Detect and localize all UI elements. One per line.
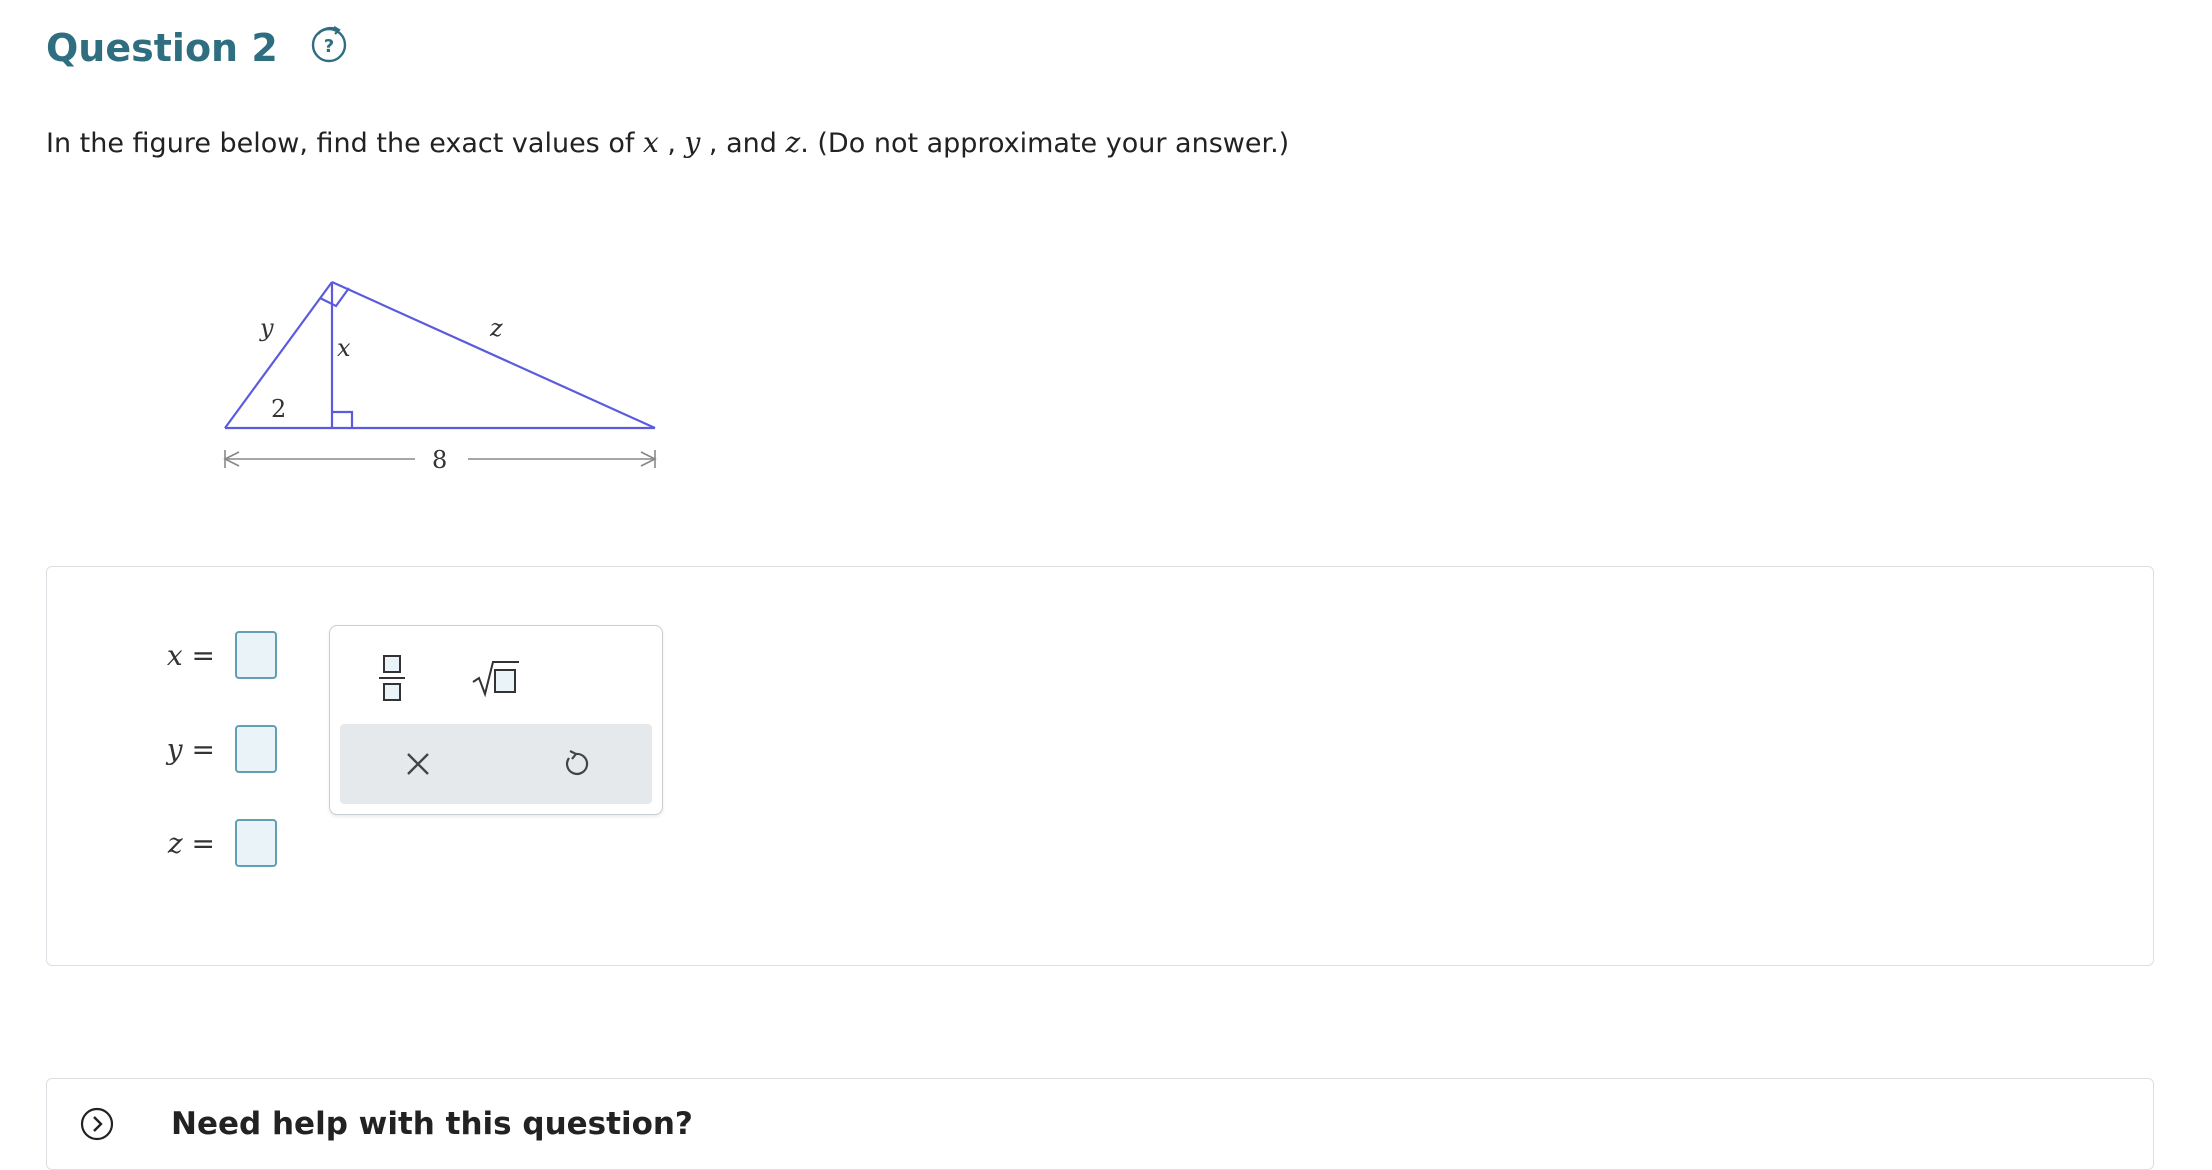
fraction-template-icon bbox=[379, 655, 405, 701]
answer-row-z: z = bbox=[163, 819, 277, 867]
answer-label-z: z = bbox=[167, 826, 215, 860]
clear-button[interactable] bbox=[390, 738, 446, 790]
triangle-figure: y x z 2 8 bbox=[223, 280, 657, 474]
var-x: x bbox=[642, 126, 659, 159]
undo-button[interactable] bbox=[548, 738, 604, 790]
chevron-right-circle-icon[interactable] bbox=[79, 1106, 115, 1142]
undo-icon bbox=[566, 750, 589, 775]
answer-label-x: x = bbox=[166, 638, 215, 672]
help-panel[interactable]: Need help with this question? bbox=[46, 1078, 2154, 1170]
var-y: y bbox=[684, 126, 701, 159]
svg-text:?: ? bbox=[324, 36, 334, 57]
square-root-template-icon bbox=[472, 661, 519, 698]
question-prompt: In the figure below, find the exact valu… bbox=[46, 126, 1290, 159]
question-cycle-icon[interactable]: ? bbox=[308, 24, 350, 66]
fraction-button[interactable] bbox=[370, 648, 414, 708]
label-y: y bbox=[259, 314, 274, 342]
var-z: z bbox=[785, 126, 801, 159]
answer-input-z[interactable] bbox=[235, 819, 277, 867]
answer-input-y[interactable] bbox=[235, 725, 277, 773]
math-palette bbox=[329, 625, 663, 815]
label-base-8: 8 bbox=[432, 446, 447, 474]
answer-input-x[interactable] bbox=[235, 631, 277, 679]
label-x: x bbox=[337, 334, 351, 362]
answer-panel: x = y = z = bbox=[46, 566, 2154, 966]
label-z: z bbox=[489, 314, 503, 342]
right-angle-mark-bottom bbox=[332, 410, 354, 428]
triangle-right-side bbox=[331, 280, 656, 430]
answer-label-y: y = bbox=[166, 732, 215, 766]
square-root-button[interactable] bbox=[466, 648, 526, 708]
palette-actions bbox=[340, 724, 652, 804]
question-header: Question 2 ? bbox=[46, 26, 350, 70]
question-title: Question 2 bbox=[46, 26, 278, 70]
help-label[interactable]: Need help with this question? bbox=[171, 1106, 693, 1142]
answer-row-x: x = bbox=[163, 631, 277, 679]
answer-row-y: y = bbox=[163, 725, 277, 773]
close-icon bbox=[407, 753, 429, 775]
label-segment-2: 2 bbox=[271, 395, 286, 423]
